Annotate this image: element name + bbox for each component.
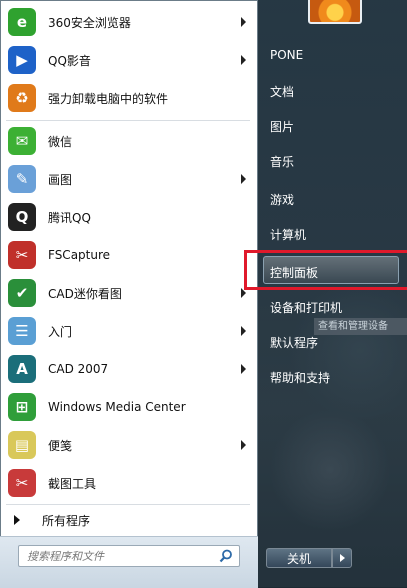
user-avatar[interactable] bbox=[308, 0, 362, 24]
places-item[interactable]: 图片 bbox=[270, 118, 294, 135]
all-programs-label: 所有程序 bbox=[42, 513, 91, 528]
program-item[interactable]: ▤ 便笺 bbox=[4, 428, 254, 462]
places-item[interactable]: 默认程序 bbox=[270, 334, 318, 351]
program-label: 360安全浏览器 bbox=[48, 15, 131, 30]
snipping-tool-icon: ✂ bbox=[8, 469, 36, 497]
program-label: CAD 2007 bbox=[48, 362, 109, 376]
submenu-arrow-icon bbox=[241, 174, 246, 184]
wechat-icon: ✉ bbox=[8, 127, 36, 155]
separator bbox=[6, 120, 250, 121]
places-item[interactable]: 游戏 bbox=[270, 191, 294, 208]
program-label: Windows Media Center bbox=[48, 400, 186, 414]
qq-penguin-icon: Q bbox=[8, 203, 36, 231]
annotation-red-box bbox=[244, 250, 407, 290]
program-label: 便笺 bbox=[48, 438, 73, 453]
places-item[interactable]: 设备和打印机 bbox=[270, 299, 342, 316]
submenu-arrow-icon bbox=[241, 17, 246, 27]
search-box[interactable] bbox=[18, 545, 240, 567]
places-item[interactable]: PONE bbox=[270, 48, 303, 62]
submenu-arrow-icon bbox=[241, 326, 246, 336]
program-label: 截图工具 bbox=[48, 476, 97, 491]
program-item[interactable]: ▶ QQ影音 bbox=[4, 43, 254, 77]
program-label: 微信 bbox=[48, 134, 73, 149]
sticky-notes-icon: ▤ bbox=[8, 431, 36, 459]
shutdown-options-arrow[interactable] bbox=[332, 548, 352, 568]
search-icon[interactable] bbox=[219, 549, 233, 563]
places-item[interactable]: 帮助和支持 bbox=[270, 369, 330, 386]
places-item[interactable]: 文档 bbox=[270, 83, 294, 100]
paint-palette-icon: ✎ bbox=[8, 165, 36, 193]
all-programs-button[interactable]: 所有程序 bbox=[14, 510, 250, 530]
devices-tooltip: 查看和管理设备 bbox=[314, 318, 407, 335]
fscapture-icon: ✂ bbox=[8, 241, 36, 269]
getting-started-icon: ☰ bbox=[8, 317, 36, 345]
expand-arrow-icon bbox=[14, 515, 20, 525]
places-item[interactable]: 音乐 bbox=[270, 153, 294, 170]
separator bbox=[6, 504, 250, 505]
program-label: 强力卸载电脑中的软件 bbox=[48, 91, 169, 106]
program-item[interactable]: ⊞ Windows Media Center bbox=[4, 390, 254, 424]
program-item[interactable]: ✂ 截图工具 bbox=[4, 466, 254, 500]
program-item[interactable]: ♻ 强力卸载电脑中的软件 bbox=[4, 81, 254, 115]
program-item[interactable]: Q 腾讯QQ bbox=[4, 200, 254, 234]
program-item[interactable]: ✂ FSCapture bbox=[4, 238, 254, 272]
program-label: 画图 bbox=[48, 172, 73, 187]
uninstall-box-icon: ♻ bbox=[8, 84, 36, 112]
qq-player-icon: ▶ bbox=[8, 46, 36, 74]
submenu-arrow-icon bbox=[241, 55, 246, 65]
program-item[interactable]: e 360安全浏览器 bbox=[4, 5, 254, 39]
program-label: CAD迷你看图 bbox=[48, 286, 122, 301]
program-item[interactable]: ✉ 微信 bbox=[4, 124, 254, 158]
autocad-icon: A bbox=[8, 355, 36, 383]
program-item[interactable]: ✔ CAD迷你看图 bbox=[4, 276, 254, 310]
submenu-arrow-icon bbox=[241, 364, 246, 374]
submenu-arrow-icon bbox=[241, 440, 246, 450]
media-center-icon: ⊞ bbox=[8, 393, 36, 421]
program-item[interactable]: A CAD 2007 bbox=[4, 352, 254, 386]
shutdown-button[interactable]: 关机 bbox=[266, 548, 332, 568]
ie-360-browser-icon: e bbox=[8, 8, 36, 36]
search-input[interactable] bbox=[25, 548, 219, 564]
program-item[interactable]: ☰ 入门 bbox=[4, 314, 254, 348]
program-label: 腾讯QQ bbox=[48, 210, 91, 225]
program-label: 入门 bbox=[48, 324, 73, 339]
cad-viewer-icon: ✔ bbox=[8, 279, 36, 307]
program-label: FSCapture bbox=[48, 248, 111, 262]
program-label: QQ影音 bbox=[48, 53, 91, 68]
places-item[interactable]: 计算机 bbox=[270, 226, 306, 243]
program-item[interactable]: ✎ 画图 bbox=[4, 162, 254, 196]
